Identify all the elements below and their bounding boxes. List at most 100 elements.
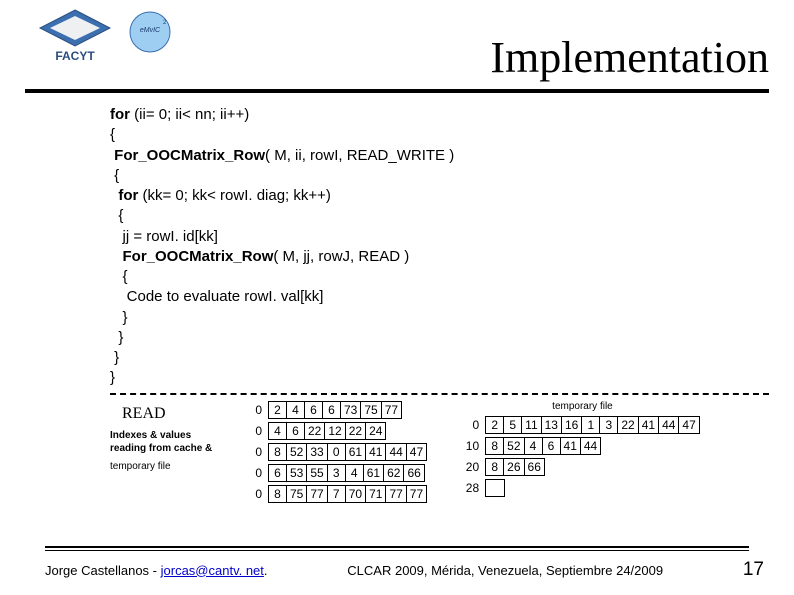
cell: 3 <box>600 417 618 433</box>
cell: 16 <box>562 417 582 433</box>
code-line: jj = rowI. id[kk] <box>110 228 218 245</box>
slide-header: FACYT eMvIC 2 Implementation <box>0 0 794 83</box>
matrix-row: 085233061414447 <box>248 443 427 461</box>
right-matrix-rows: 025111316132241444710852464144208266628 <box>465 416 700 497</box>
code-line: } <box>110 369 115 386</box>
cell: 71 <box>366 486 386 502</box>
cell: 7 <box>328 486 346 502</box>
code-text: (kk= 0; kk< rowI. diag; kk++) <box>143 187 331 204</box>
slide-title: Implementation <box>174 10 769 83</box>
code-text: (ii= 0; ii< nn; ii++) <box>134 106 249 123</box>
kw-for: for <box>110 106 134 123</box>
row-cells: 85233061414447 <box>268 443 427 461</box>
row-index: 0 <box>248 403 262 417</box>
cell: 41 <box>561 438 581 454</box>
cell: 4 <box>287 402 305 418</box>
cell: 24 <box>366 423 385 439</box>
matrix-row: 04622122224 <box>248 422 427 440</box>
author-email-link[interactable]: jorcas@cantv. net <box>161 563 264 578</box>
cell: 77 <box>386 486 406 502</box>
cell: 52 <box>287 444 307 460</box>
row-cells: 251113161322414447 <box>485 416 700 434</box>
row-index: 28 <box>465 481 479 495</box>
title-underline <box>25 89 769 93</box>
cell: 8 <box>486 438 504 454</box>
cell: 22 <box>618 417 638 433</box>
cell: 6 <box>305 402 323 418</box>
cell: 75 <box>287 486 307 502</box>
cell: 6 <box>543 438 561 454</box>
cell: 47 <box>407 444 426 460</box>
facyt-icon: FACYT <box>30 8 120 64</box>
svg-text:eMvIC: eMvIC <box>140 27 161 34</box>
cell: 55 <box>307 465 327 481</box>
cell: 0 <box>328 444 346 460</box>
matrix-row: 02466737577 <box>248 401 427 419</box>
cell: 2 <box>269 402 287 418</box>
page-number: 17 <box>743 559 764 581</box>
cell: 8 <box>269 486 287 502</box>
row-cells: 87577770717777 <box>268 485 427 503</box>
cell: 62 <box>384 465 404 481</box>
code-line: { <box>110 268 128 285</box>
cell: 44 <box>659 417 679 433</box>
slide-footer: Jorge Castellanos - jorcas@cantv. net. C… <box>45 559 764 581</box>
code-line: For_OOCMatrix_Row( M, jj, rowJ, READ ) <box>110 248 409 265</box>
cell: 47 <box>679 417 698 433</box>
cell: 73 <box>341 402 361 418</box>
cell: 77 <box>407 486 426 502</box>
cell: 53 <box>287 465 307 481</box>
cell: 61 <box>364 465 384 481</box>
cell: 41 <box>366 444 386 460</box>
dashed-separator <box>110 393 769 395</box>
code-line: { <box>110 167 119 184</box>
code-line: { <box>110 207 123 224</box>
cell: 33 <box>307 444 327 460</box>
cell: 13 <box>542 417 562 433</box>
cell: 4 <box>525 438 543 454</box>
row-index: 20 <box>465 460 479 474</box>
facyt-label: FACYT <box>55 49 95 63</box>
cell: 2 <box>486 417 504 433</box>
cell: 4 <box>346 465 364 481</box>
row-index: 0 <box>248 466 262 480</box>
row-cells: 6535534616266 <box>268 464 425 482</box>
row-index: 10 <box>465 439 479 453</box>
cell: 26 <box>504 459 524 475</box>
matrix-row: 06535534616266 <box>248 464 427 482</box>
cell: 6 <box>323 402 341 418</box>
indexes-values-label: Indexes & values reading from cache & <box>110 429 230 455</box>
temporary-file-label-right: temporary file <box>465 401 700 412</box>
row-cells: 4622122224 <box>268 422 386 440</box>
code-line: { <box>110 126 115 143</box>
cell: 44 <box>581 438 600 454</box>
code-text: ( M, ii, rowI, READ_WRITE ) <box>265 147 454 164</box>
matrix-row: 28 <box>465 479 700 497</box>
cell: 22 <box>305 423 325 439</box>
logo-area: FACYT eMvIC 2 <box>30 8 174 64</box>
cell: 12 <box>325 423 345 439</box>
kw-for: for <box>110 187 143 204</box>
cell: 44 <box>386 444 406 460</box>
matrix-row: 10852464144 <box>465 437 700 455</box>
cell: 6 <box>269 465 287 481</box>
author-name: Jorge Castellanos - <box>45 563 161 578</box>
cell: 8 <box>486 459 504 475</box>
cell: 75 <box>361 402 381 418</box>
row-index: 0 <box>248 487 262 501</box>
cell: 66 <box>404 465 423 481</box>
memory-diagram: READ Indexes & values reading from cache… <box>110 401 769 503</box>
cell: 22 <box>346 423 366 439</box>
left-matrix-rows: 0246673757704622122224085233061414447065… <box>248 401 427 503</box>
code-line: For_OOCMatrix_Row( M, ii, rowI, READ_WRI… <box>110 147 454 164</box>
right-block: temporary file 0251113161322414447108524… <box>465 401 700 497</box>
cell: 8 <box>269 444 287 460</box>
func-name: For_OOCMatrix_Row <box>110 248 273 265</box>
cell: 4 <box>269 423 287 439</box>
cell: 66 <box>525 459 544 475</box>
cell: 70 <box>346 486 366 502</box>
cell <box>486 480 504 496</box>
code-text: ( M, jj, rowJ, READ ) <box>273 248 409 265</box>
matrix-row: 087577770717777 <box>248 485 427 503</box>
footer-rule <box>45 546 749 551</box>
